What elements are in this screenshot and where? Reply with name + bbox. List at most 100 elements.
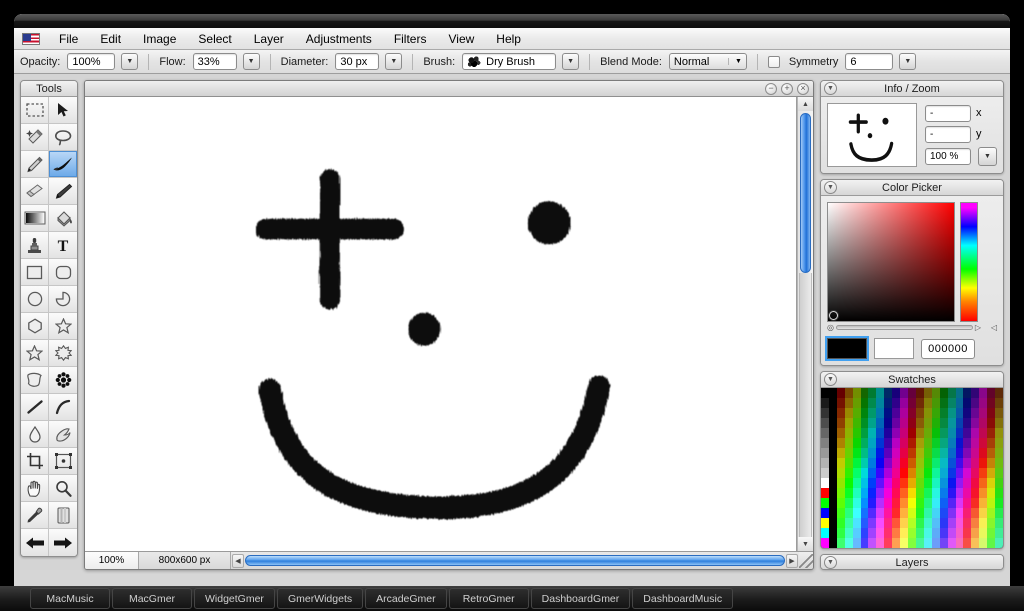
swatch-cell[interactable]: [829, 398, 837, 408]
swatch-cell[interactable]: [948, 428, 956, 438]
swatch-cell[interactable]: [987, 488, 995, 498]
swatch-cell[interactable]: [892, 538, 900, 548]
swatch-cell[interactable]: [900, 398, 908, 408]
swatch-cell[interactable]: [987, 458, 995, 468]
tool-magic-wand[interactable]: [21, 124, 49, 151]
swatch-cell[interactable]: [924, 388, 932, 398]
zoom-out-icon[interactable]: −: [765, 83, 777, 95]
swatch-cell[interactable]: [853, 488, 861, 498]
swatch-cell[interactable]: [908, 538, 916, 548]
swatch-cell[interactable]: [924, 458, 932, 468]
swatch-cell[interactable]: [940, 438, 948, 448]
swatch-cell[interactable]: [932, 498, 940, 508]
swatch-cell[interactable]: [892, 428, 900, 438]
swatch-cell[interactable]: [932, 428, 940, 438]
taskbar-item-6[interactable]: DashboardGmer: [531, 588, 631, 609]
swatch-cell[interactable]: [987, 468, 995, 478]
swatch-cell[interactable]: [995, 508, 1003, 518]
swatch-cell[interactable]: [932, 458, 940, 468]
swatch-cell[interactable]: [861, 498, 869, 508]
y-coordinate-input[interactable]: -: [925, 126, 971, 143]
swatch-cell[interactable]: [853, 428, 861, 438]
swatch-cell[interactable]: [956, 448, 964, 458]
swatch-cell[interactable]: [956, 388, 964, 398]
menu-item-adjustments[interactable]: Adjustments: [295, 30, 383, 48]
swatch-cell[interactable]: [829, 538, 837, 548]
brush-preset-input[interactable]: Dry Brush: [462, 53, 556, 70]
swatch-cell[interactable]: [837, 388, 845, 398]
swatch-cell[interactable]: [829, 468, 837, 478]
swatch-cell[interactable]: [995, 478, 1003, 488]
swatch-cell[interactable]: [971, 518, 979, 528]
swatch-cell[interactable]: [876, 468, 884, 478]
swatch-cell[interactable]: [876, 528, 884, 538]
swatch-cell[interactable]: [876, 518, 884, 528]
swatch-cell[interactable]: [845, 508, 853, 518]
swatch-cell[interactable]: [940, 388, 948, 398]
tool-clone-stamp[interactable]: [21, 232, 49, 259]
swatch-cell[interactable]: [892, 408, 900, 418]
swatch-cell[interactable]: [908, 428, 916, 438]
taskbar-item-4[interactable]: ArcadeGmer: [365, 588, 447, 609]
swatch-cell[interactable]: [971, 438, 979, 448]
swatch-cell[interactable]: [853, 458, 861, 468]
swatch-cell[interactable]: [884, 498, 892, 508]
swatch-cell[interactable]: [916, 518, 924, 528]
swatch-cell[interactable]: [892, 418, 900, 428]
swatch-cell[interactable]: [971, 498, 979, 508]
swatch-cell[interactable]: [940, 478, 948, 488]
swatch-cell[interactable]: [916, 478, 924, 488]
swatch-cell[interactable]: [963, 448, 971, 458]
zoom-in-icon[interactable]: +: [781, 83, 793, 95]
swatch-cell[interactable]: [861, 468, 869, 478]
swatch-cell[interactable]: [995, 388, 1003, 398]
tool-smudge[interactable]: [49, 421, 77, 448]
swatch-cell[interactable]: [948, 518, 956, 528]
swatch-cell[interactable]: [963, 438, 971, 448]
swatch-cell[interactable]: [963, 398, 971, 408]
swatch-cell[interactable]: [853, 388, 861, 398]
swatch-cell[interactable]: [916, 398, 924, 408]
swatch-cell[interactable]: [987, 388, 995, 398]
swatch-cell[interactable]: [892, 468, 900, 478]
swatch-cell[interactable]: [837, 398, 845, 408]
swatch-cell[interactable]: [861, 438, 869, 448]
swatch-cell[interactable]: [884, 458, 892, 468]
swatch-cell[interactable]: [908, 508, 916, 518]
swatch-cell[interactable]: [876, 458, 884, 468]
swatch-cell[interactable]: [971, 478, 979, 488]
tool-zoom[interactable]: [49, 475, 77, 502]
hex-color-input[interactable]: 000000: [921, 339, 975, 359]
scroll-down-icon[interactable]: ▼: [798, 537, 814, 551]
swatch-cell[interactable]: [956, 488, 964, 498]
swatch-cell[interactable]: [829, 428, 837, 438]
swatch-cell[interactable]: [868, 428, 876, 438]
swatch-cell[interactable]: [829, 438, 837, 448]
swatch-cell[interactable]: [845, 518, 853, 528]
swatch-cell[interactable]: [987, 538, 995, 548]
swatch-cell[interactable]: [924, 448, 932, 458]
tool-transform[interactable]: [49, 448, 77, 475]
swatch-cell[interactable]: [924, 418, 932, 428]
menu-item-filters[interactable]: Filters: [383, 30, 438, 48]
swatch-cell[interactable]: [868, 458, 876, 468]
swatch-cell[interactable]: [837, 408, 845, 418]
swatch-cell[interactable]: [916, 498, 924, 508]
swatch-cell[interactable]: [908, 388, 916, 398]
swatch-cell[interactable]: [837, 458, 845, 468]
swatch-cell[interactable]: [900, 418, 908, 428]
swatch-cell[interactable]: [956, 468, 964, 478]
swatch-cell[interactable]: [829, 478, 837, 488]
swatch-cell[interactable]: [916, 438, 924, 448]
swatch-cell[interactable]: [845, 428, 853, 438]
swatch-cell[interactable]: [995, 468, 1003, 478]
swatch-cell[interactable]: [868, 498, 876, 508]
canvas-thumbnail[interactable]: [827, 103, 917, 167]
swatch-cell[interactable]: [853, 448, 861, 458]
swatch-cell[interactable]: [861, 538, 869, 548]
window-titlebar[interactable]: [14, 14, 1010, 28]
swatch-cell[interactable]: [900, 488, 908, 498]
swatch-cell[interactable]: [908, 448, 916, 458]
swatch-cell[interactable]: [868, 398, 876, 408]
swatch-cell[interactable]: [845, 528, 853, 538]
